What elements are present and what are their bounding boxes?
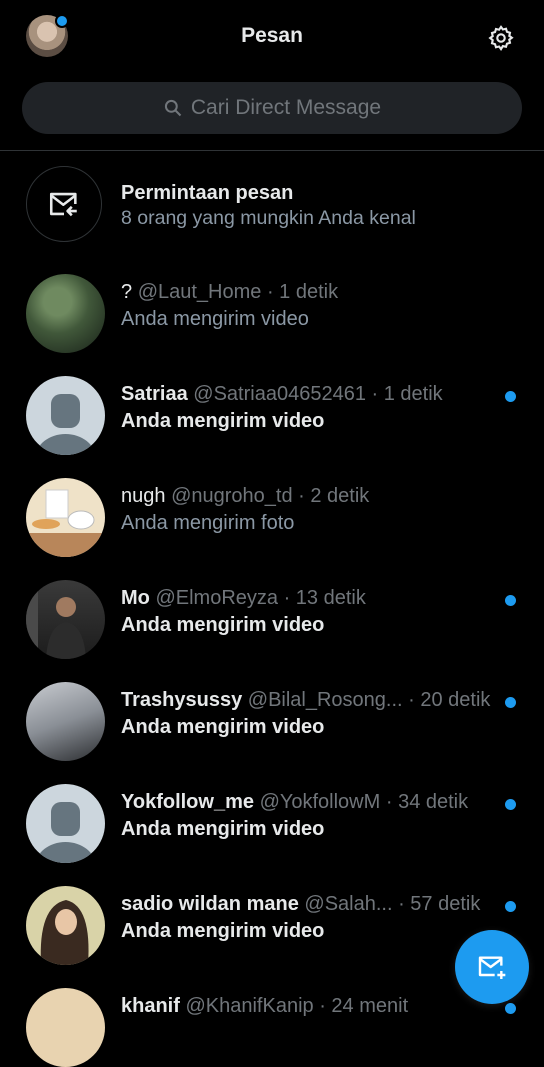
avatar[interactable] xyxy=(26,580,105,659)
unread-indicator xyxy=(505,697,516,708)
unread-indicator xyxy=(505,799,516,810)
user-handle: @KhanifKanip xyxy=(185,995,314,1017)
conversation-header: Satriaa @Satriaa04652461 · 1 detik xyxy=(121,383,443,406)
search-placeholder: Cari Direct Message xyxy=(190,96,382,119)
search-icon xyxy=(164,99,182,117)
message-preview: Anda mengirim video xyxy=(121,716,325,738)
timestamp: · 1 detik xyxy=(266,281,339,303)
user-handle: @Bilal_Rosong... xyxy=(247,689,403,711)
person-photo-icon xyxy=(26,580,86,659)
message-preview: Anda mengirim video xyxy=(121,920,325,942)
conversation-row[interactable]: Yokfollow_me @YokfollowM · 34 detik Anda… xyxy=(0,761,544,863)
message-preview: Anda mengirim video xyxy=(121,818,325,840)
conversation-row[interactable]: ? @Laut_Home · 1 detik Anda mengirim vid… xyxy=(0,251,544,353)
person-illustration-icon xyxy=(40,900,89,965)
avatar[interactable] xyxy=(26,784,105,863)
user-handle: @YokfollowM xyxy=(259,791,381,813)
message-request-icon-ring xyxy=(26,166,102,242)
user-name: sadio wildan mane xyxy=(121,893,299,915)
message-preview: Anda mengirim video xyxy=(121,410,325,432)
user-name: Mo xyxy=(121,587,150,609)
message-requests-row[interactable]: Permintaan pesan 8 orang yang mungkin An… xyxy=(0,151,544,251)
timestamp: · 13 detik xyxy=(283,587,366,609)
user-handle: @Satriaa04652461 xyxy=(193,383,366,405)
conversation-row[interactable]: nugh @nugroho_td · 2 detik Anda mengirim… xyxy=(0,455,544,557)
user-name: Yokfollow_me xyxy=(121,791,254,813)
timestamp: · 20 detik xyxy=(408,689,491,711)
user-name: khanif xyxy=(121,995,180,1017)
conversation-header: Trashysussy @Bilal_Rosong... · 20 detik xyxy=(121,689,490,712)
avatar[interactable] xyxy=(26,376,105,455)
avatar[interactable] xyxy=(26,988,105,1067)
message-requests-title: Permintaan pesan xyxy=(121,182,294,204)
timestamp: · 1 detik xyxy=(371,383,443,405)
avatar[interactable] xyxy=(26,274,105,353)
default-avatar-icon xyxy=(35,394,96,455)
user-handle: @nugroho_td xyxy=(171,485,293,507)
conversation-header: nugh @nugroho_td · 2 detik xyxy=(121,485,369,508)
timestamp: · 57 detik xyxy=(398,893,481,915)
page-title: Pesan xyxy=(241,24,303,47)
search-input[interactable]: Cari Direct Message xyxy=(22,82,522,134)
new-message-icon xyxy=(478,956,506,979)
user-handle: @ElmoReyza xyxy=(155,587,279,609)
avatar[interactable] xyxy=(26,682,105,761)
default-avatar-icon xyxy=(35,802,96,863)
user-name: ? xyxy=(121,281,133,303)
cat-illustration-icon xyxy=(26,489,105,557)
user-handle: @Salah... xyxy=(304,893,393,915)
user-name: Trashysussy xyxy=(121,689,243,711)
top-bar: Pesan xyxy=(0,0,544,66)
timestamp: · 2 detik xyxy=(298,485,370,507)
user-handle: @Laut_Home xyxy=(137,281,262,303)
message-preview: Anda mengirim video xyxy=(121,614,325,636)
timestamp: · 34 detik xyxy=(385,791,469,813)
unread-indicator xyxy=(505,595,516,606)
message-requests-subtitle: 8 orang yang mungkin Anda kenal xyxy=(121,207,416,229)
conversation-header: sadio wildan mane @Salah... · 57 detik xyxy=(121,893,480,916)
new-message-button[interactable] xyxy=(455,930,529,1004)
message-preview: Anda mengirim foto xyxy=(121,512,295,534)
conversation-header: ? @Laut_Home · 1 detik xyxy=(121,281,338,304)
avatar[interactable] xyxy=(26,886,105,965)
unread-indicator xyxy=(505,901,516,912)
conversation-header: khanif @KhanifKanip · 24 menit xyxy=(121,995,408,1018)
conversation-row[interactable]: Trashysussy @Bilal_Rosong... · 20 detik … xyxy=(0,659,544,761)
gear-icon[interactable] xyxy=(487,24,515,52)
user-name: nugh xyxy=(121,485,166,507)
unread-indicator xyxy=(505,1003,516,1014)
conversation-header: Yokfollow_me @YokfollowM · 34 detik xyxy=(121,791,468,814)
unread-indicator xyxy=(505,391,516,402)
message-preview: Anda mengirim video xyxy=(121,308,309,330)
user-name: Satriaa xyxy=(121,383,188,405)
avatar[interactable] xyxy=(26,478,105,557)
timestamp: · 24 menit xyxy=(319,995,409,1017)
envelope-arrow-icon xyxy=(49,192,77,217)
conversation-row[interactable]: Mo @ElmoReyza · 13 detik Anda mengirim v… xyxy=(0,557,544,659)
conversation-row[interactable]: Satriaa @Satriaa04652461 · 1 detik Anda … xyxy=(0,353,544,455)
conversation-header: Mo @ElmoReyza · 13 detik xyxy=(121,587,366,610)
